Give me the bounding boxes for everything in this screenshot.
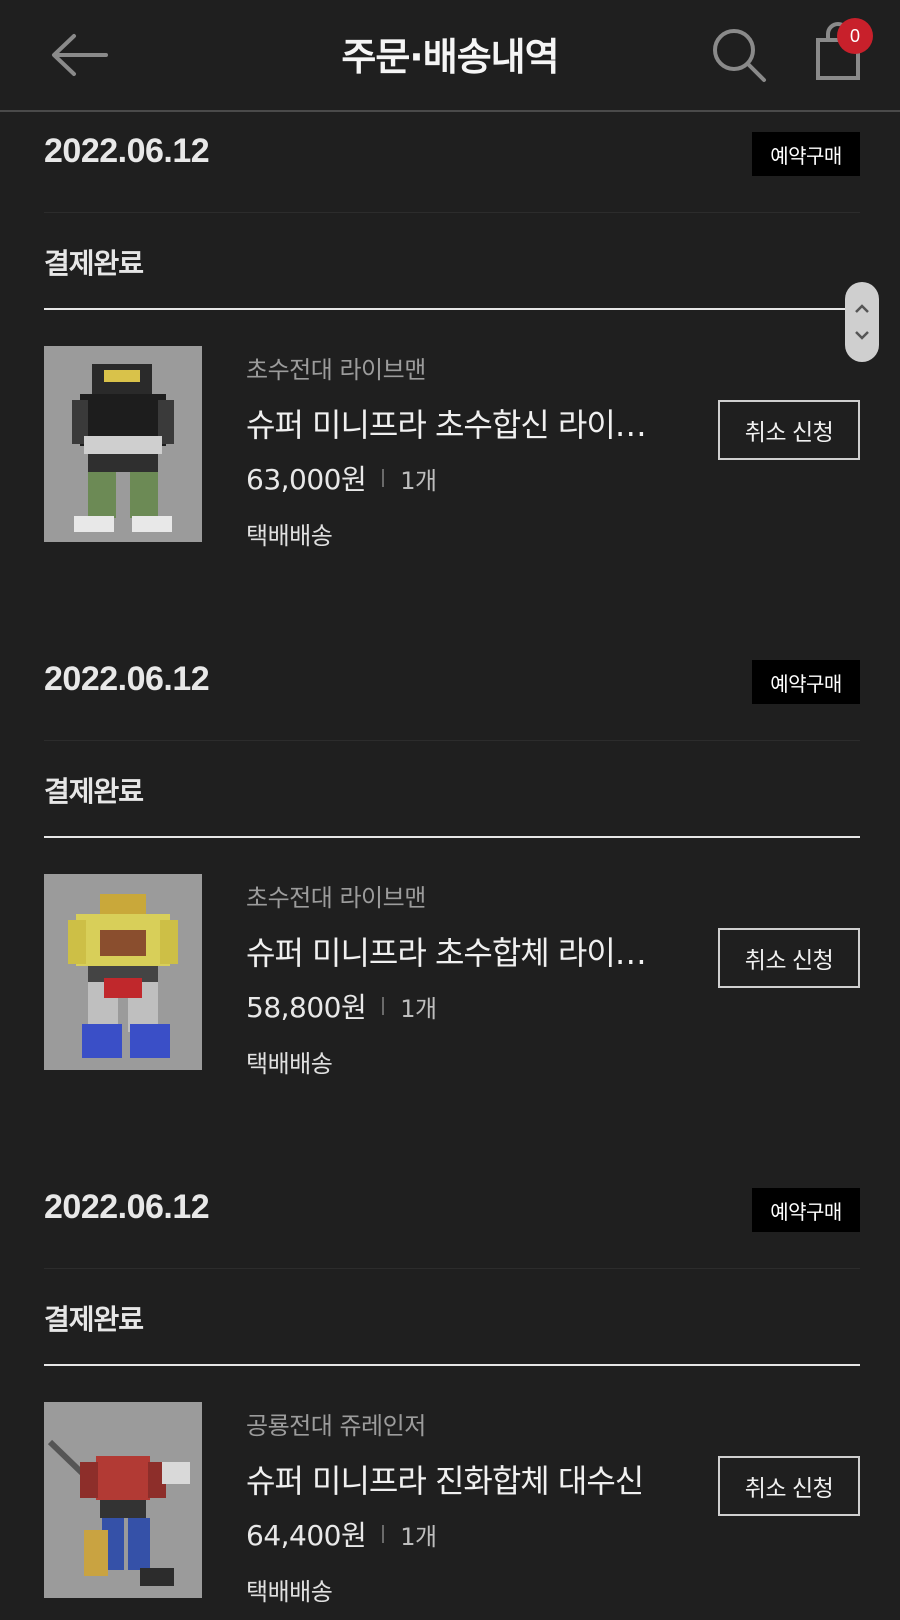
divider xyxy=(44,308,860,310)
order-status: 결제완료 xyxy=(44,247,144,280)
shipping-method: 택배배송 xyxy=(246,522,333,550)
preorder-tag: 예약구매 xyxy=(752,1188,860,1232)
divider xyxy=(44,1364,860,1366)
order-status: 결제완료 xyxy=(44,775,144,808)
order-date: 2022.06.12 xyxy=(44,1188,210,1226)
product-price: 58,800원 xyxy=(246,991,367,1024)
product-image[interactable] xyxy=(44,346,202,542)
shipping-method: 택배배송 xyxy=(246,1050,333,1078)
scroll-handle[interactable] xyxy=(845,282,879,362)
preorder-tag: 예약구매 xyxy=(752,660,860,704)
product-quantity: 1개 xyxy=(400,466,437,495)
product-name[interactable]: 슈퍼 미니프라 초수합신 라이… xyxy=(246,400,666,446)
product-price: 64,400원 xyxy=(246,1519,367,1552)
divider xyxy=(382,997,385,1015)
product-image[interactable] xyxy=(44,874,202,1070)
price-line: 64,400원 1개 xyxy=(246,1514,437,1554)
order-date: 2022.06.12 xyxy=(44,132,210,170)
product-quantity: 1개 xyxy=(400,994,437,1023)
divider xyxy=(44,740,860,741)
product-price: 63,000원 xyxy=(246,463,367,496)
product-image[interactable] xyxy=(44,1402,202,1598)
divider xyxy=(44,1268,860,1269)
price-line: 63,000원 1개 xyxy=(246,458,437,498)
shipping-method: 택배배송 xyxy=(246,1578,333,1606)
price-line: 58,800원 1개 xyxy=(246,986,437,1026)
divider xyxy=(382,469,385,487)
product-quantity: 1개 xyxy=(400,1522,437,1551)
order-date: 2022.06.12 xyxy=(44,660,210,698)
cancel-request-button[interactable]: 취소 신청 xyxy=(718,1456,860,1516)
product-brand: 초수전대 라이브맨 xyxy=(246,884,426,912)
product-brand: 공룡전대 쥬레인저 xyxy=(246,1412,426,1440)
order-status: 결제완료 xyxy=(44,1303,144,1336)
product-name[interactable]: 슈퍼 미니프라 진화합체 대수신 xyxy=(246,1456,666,1502)
divider xyxy=(382,1525,385,1543)
divider xyxy=(44,212,860,213)
cancel-request-button[interactable]: 취소 신청 xyxy=(718,928,860,988)
product-name[interactable]: 슈퍼 미니프라 초수합체 라이… xyxy=(246,928,666,974)
search-icon[interactable] xyxy=(710,26,770,86)
top-app-bar: 주문·배송내역 0 xyxy=(0,0,900,112)
cart-count-badge: 0 xyxy=(837,18,873,54)
preorder-tag: 예약구매 xyxy=(752,132,860,176)
product-brand: 초수전대 라이브맨 xyxy=(246,356,426,384)
cancel-request-button[interactable]: 취소 신청 xyxy=(718,400,860,460)
divider xyxy=(44,836,860,838)
